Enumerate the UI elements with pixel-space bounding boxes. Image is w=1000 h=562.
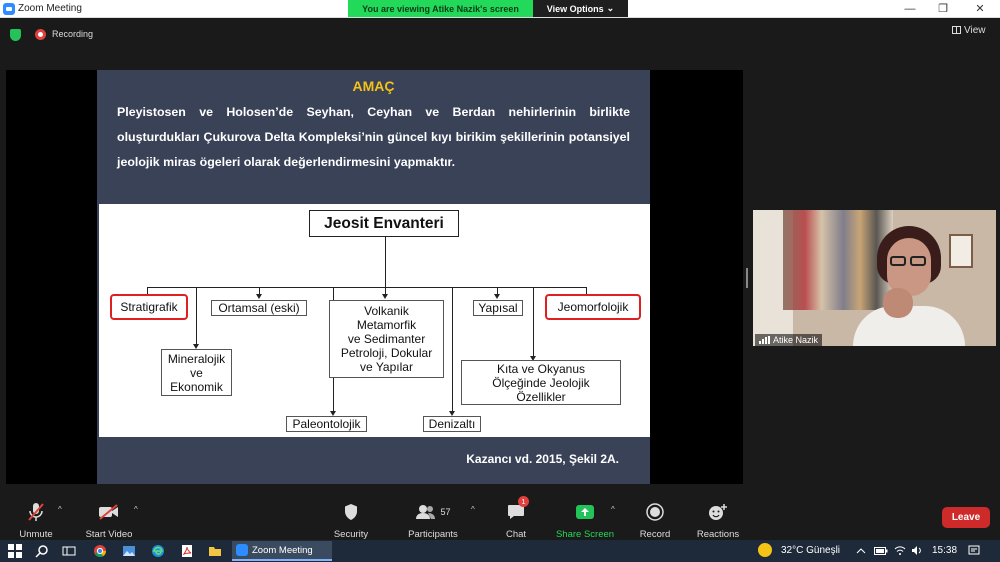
security-label: Security	[333, 529, 369, 540]
restore-button[interactable]: ❐	[928, 1, 958, 17]
zoom-app-icon	[3, 3, 15, 15]
reactions-icon	[693, 501, 743, 523]
signal-bars-icon	[759, 336, 770, 344]
minimize-button[interactable]: —	[895, 1, 925, 17]
connector	[452, 287, 453, 412]
participants-options-caret[interactable]: ^	[471, 505, 475, 514]
connector	[533, 287, 534, 357]
close-button[interactable]: ✕	[965, 1, 995, 17]
chevron-up-icon[interactable]	[856, 546, 866, 556]
zoom-taskbar-icon	[236, 544, 248, 556]
arrow-icon	[256, 294, 262, 299]
file-explorer-icon[interactable]	[208, 544, 222, 558]
connector	[147, 287, 587, 288]
reactions-button[interactable]: Reactions	[693, 493, 743, 540]
grid-icon	[952, 26, 961, 34]
reactions-label: Reactions	[696, 529, 740, 540]
stratigrafik-box: Stratigrafik	[110, 294, 188, 320]
video-options-caret[interactable]: ^	[134, 505, 138, 514]
start-video-label: Start Video	[85, 529, 133, 540]
share-screen-button[interactable]: Share Screen	[553, 493, 617, 540]
connector	[385, 237, 386, 287]
encryption-shield-icon[interactable]	[10, 29, 21, 41]
paleontolojik-box: Paleontolojik	[286, 416, 367, 432]
jeosit-diagram: Jeosit Envanteri Stratigrafik Ortamsal (…	[99, 204, 650, 437]
video-off-icon	[82, 501, 136, 523]
battery-icon[interactable]	[874, 546, 888, 556]
mineralojik-box: Mineralojik ve Ekonomik	[161, 349, 232, 396]
security-button[interactable]: Security	[328, 493, 374, 540]
unmute-button[interactable]: Unmute	[12, 493, 60, 540]
volkanik-box: Volkanik Metamorfik ve Sedimanter Petrol…	[329, 300, 444, 378]
chat-badge: 1	[518, 496, 529, 507]
arrow-icon	[382, 294, 388, 299]
screen-share-banner: You are viewing Atike Nazik's screen Vie…	[348, 0, 628, 17]
chrome-icon[interactable]	[93, 544, 107, 558]
share-screen-icon	[553, 501, 617, 523]
clock[interactable]: 15:38	[932, 545, 957, 556]
participants-icon: 57	[403, 501, 463, 523]
chevron-down-icon: ⌄	[606, 3, 615, 13]
meeting-toolbar: Unmute ^ Start Video ^ Security 57 Parti…	[0, 493, 1000, 540]
jeomorfolojik-box: Jeomorfolojik	[545, 294, 641, 320]
photos-icon[interactable]	[122, 544, 136, 558]
record-icon	[634, 501, 676, 523]
share-screen-label: Share Screen	[555, 529, 615, 540]
unmute-label: Unmute	[19, 529, 53, 540]
search-icon[interactable]	[35, 544, 49, 558]
taskbar-zoom-label: Zoom Meeting	[252, 544, 313, 556]
weather-sun-icon[interactable]	[758, 543, 772, 557]
start-video-button[interactable]: Start Video	[82, 493, 136, 540]
participant-name: Atike Nazik	[773, 335, 819, 345]
participant-name-tag: Atike Nazik	[755, 334, 823, 346]
window-title: Zoom Meeting	[18, 3, 82, 14]
windows-taskbar	[0, 540, 1000, 562]
volume-icon[interactable]	[911, 545, 923, 556]
share-options-caret[interactable]: ^	[611, 505, 615, 514]
participant-figure	[853, 226, 965, 346]
weather-text[interactable]: 32°C Güneşli	[781, 545, 840, 556]
view-options-label: View Options	[546, 3, 604, 14]
chat-button[interactable]: 1 Chat	[496, 493, 536, 540]
video-background	[949, 234, 973, 268]
participants-button[interactable]: 57 Participants	[403, 493, 463, 540]
arrow-icon	[494, 294, 500, 299]
recording-label: Recording	[52, 29, 94, 39]
leave-button[interactable]: Leave	[942, 507, 990, 528]
participants-count: 57	[440, 507, 451, 517]
kita-box: Kıta ve Okyanus Ölçeğinde Jeolojik Özell…	[461, 360, 621, 405]
yapisal-box: Yapısal	[473, 300, 523, 316]
recording-icon	[35, 29, 46, 40]
view-options-button[interactable]: View Options ⌄	[533, 0, 628, 17]
denizalti-box: Denizaltı	[423, 416, 481, 432]
taskbar-zoom-app[interactable]: Zoom Meeting	[232, 541, 332, 561]
participant-video[interactable]	[753, 210, 996, 346]
record-label: Record	[639, 529, 671, 540]
wifi-icon[interactable]	[894, 545, 906, 556]
shield-icon	[328, 501, 374, 523]
view-label: View	[964, 25, 986, 36]
viewing-label: You are viewing Atike Nazik's screen	[348, 0, 533, 17]
chat-icon: 1	[496, 496, 536, 523]
audio-options-caret[interactable]: ^	[58, 505, 62, 514]
chat-label: Chat	[505, 529, 527, 540]
panel-resize-handle[interactable]	[746, 268, 748, 288]
edge-icon[interactable]	[151, 544, 165, 558]
notifications-icon[interactable]	[968, 545, 980, 556]
slide-citation: Kazancı vd. 2015, Şekil 2A.	[466, 452, 619, 466]
view-button[interactable]: View	[952, 25, 986, 36]
slide-paragraph: Pleyistosen ve Holosen’de Seyhan, Ceyhan…	[117, 105, 630, 169]
participants-label: Participants	[408, 529, 458, 540]
record-button[interactable]: Record	[634, 493, 676, 540]
muted-microphone-icon	[12, 501, 60, 523]
diagram-root: Jeosit Envanteri	[309, 210, 459, 237]
task-view-icon[interactable]	[62, 544, 76, 558]
slide-heading: AMAÇ	[352, 78, 395, 94]
ortamsal-box: Ortamsal (eski)	[211, 300, 307, 316]
zoom-window: Zoom Meeting — ❐ ✕ You are viewing Atike…	[0, 0, 1000, 562]
pdf-icon[interactable]	[180, 544, 194, 558]
windows-start-icon[interactable]	[8, 544, 22, 558]
connector	[196, 287, 197, 345]
